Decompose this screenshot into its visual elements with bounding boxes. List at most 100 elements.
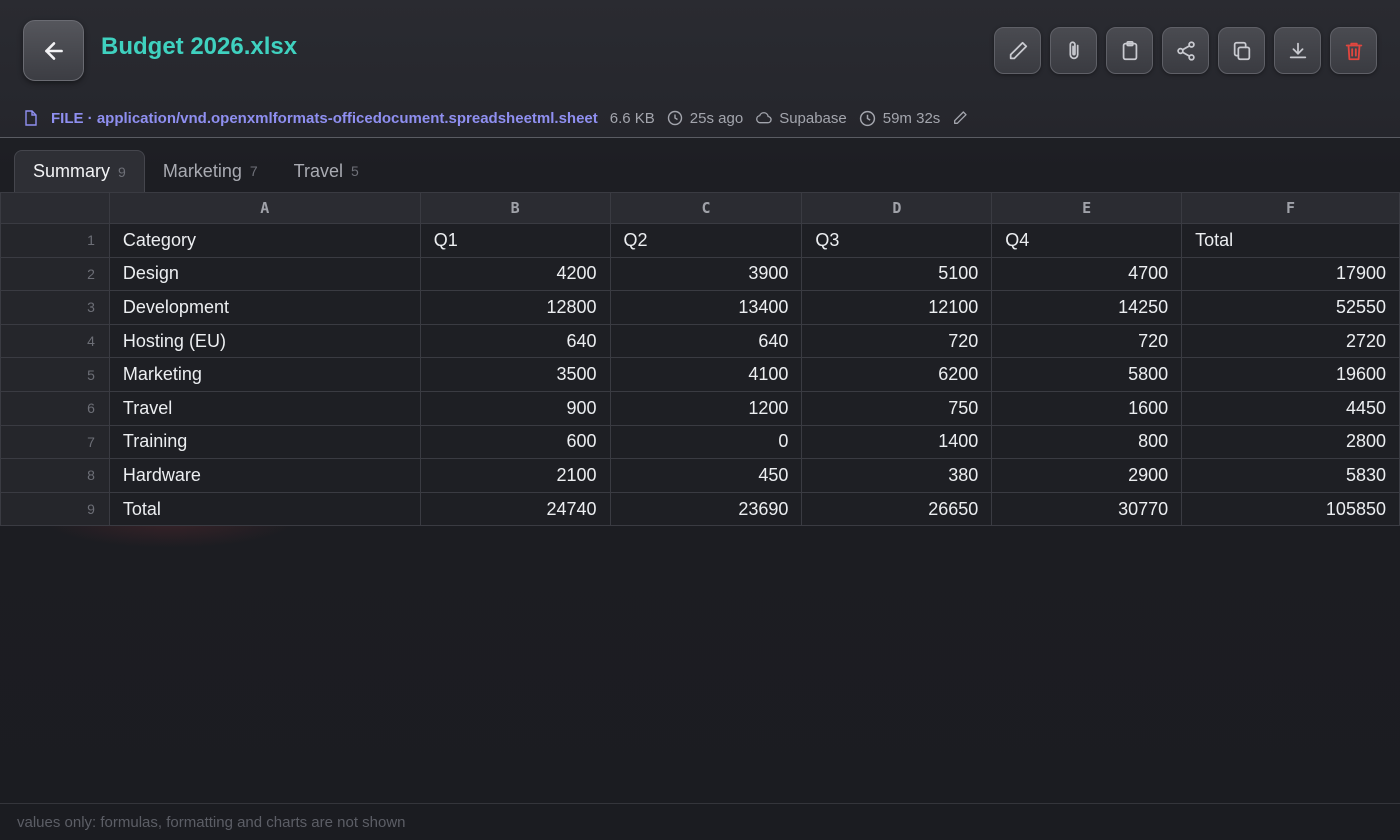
grid-cell[interactable]: Travel [108, 390, 421, 426]
grid-cell[interactable]: Hardware [108, 458, 421, 493]
grid-cell[interactable]: 1600 [991, 390, 1183, 426]
grid-cell[interactable]: 3500 [419, 357, 611, 392]
grid-cell[interactable]: 30770 [991, 491, 1183, 527]
grid-cell[interactable]: 13400 [609, 290, 803, 325]
table-row: 5 Marketing 3500 4100 6200 5800 19600 [0, 357, 1400, 392]
grid-cell[interactable]: 14250 [991, 290, 1183, 325]
row-number[interactable]: 4 [0, 323, 110, 359]
grid-cell[interactable]: 4100 [609, 357, 803, 392]
grid-cell[interactable]: 4700 [991, 256, 1183, 292]
grid-cell[interactable]: Q2 [609, 223, 803, 258]
grid-cell[interactable]: Q4 [991, 223, 1183, 258]
grid-cell[interactable]: Total [108, 491, 421, 527]
grid-cell[interactable]: 26650 [801, 491, 993, 527]
grid-cell[interactable]: Q1 [419, 223, 611, 258]
grid-cell[interactable]: 2100 [419, 458, 611, 493]
footer-note: values only: formulas, formatting and ch… [0, 803, 1400, 840]
row-number[interactable]: 1 [0, 223, 110, 258]
row-number[interactable]: 7 [0, 424, 110, 460]
column-header[interactable]: B [419, 192, 611, 224]
grid-cell[interactable]: Hosting (EU) [108, 323, 421, 359]
grid-cell[interactable]: 750 [801, 390, 993, 426]
grid-cell[interactable]: 2720 [1181, 323, 1400, 359]
grid-cell[interactable]: Marketing [108, 357, 421, 392]
clock-icon [667, 110, 682, 126]
grid-cell[interactable]: 720 [801, 323, 993, 359]
grid-cell[interactable]: 12800 [419, 290, 611, 325]
row-number[interactable]: 9 [0, 491, 110, 527]
grid-cell[interactable]: 6200 [801, 357, 993, 392]
copy-button[interactable] [1218, 27, 1265, 74]
column-header[interactable]: E [991, 192, 1183, 224]
grid-cell[interactable]: Design [108, 256, 421, 292]
clock-icon [859, 110, 875, 126]
grid-cell[interactable]: 105850 [1181, 491, 1400, 527]
grid-cell[interactable]: Category [108, 223, 421, 258]
file-size: 6.6 KB [609, 109, 655, 127]
grid-cell[interactable]: 5100 [801, 256, 993, 292]
grid-cell[interactable]: 52550 [1181, 290, 1400, 325]
clipboard-button[interactable] [1106, 27, 1153, 74]
grid-cell[interactable]: 640 [609, 323, 803, 359]
grid-cell[interactable]: 2900 [991, 458, 1183, 493]
row-number[interactable]: 5 [0, 357, 110, 392]
table-row: 1 Category Q1 Q2 Q3 Q4 Total [0, 223, 1400, 258]
back-button[interactable] [23, 20, 84, 81]
modified-time: 25s ago [689, 109, 744, 127]
grid-cell[interactable]: 4200 [419, 256, 611, 292]
grid-cell[interactable]: 640 [419, 323, 611, 359]
row-number[interactable]: 3 [0, 290, 110, 325]
spreadsheet-grid: A B C D E F 1 Category Q1 Q2 Q3 Q4 Total 2 Desig… [0, 192, 1400, 527]
grid-cell[interactable]: 900 [419, 390, 611, 426]
grid-cell[interactable]: 4450 [1181, 390, 1400, 426]
column-header[interactable]: F [1181, 192, 1400, 224]
pencil-icon[interactable] [952, 110, 968, 126]
grid-cell[interactable]: 12100 [801, 290, 993, 325]
share-button[interactable] [1162, 27, 1209, 74]
tab-summary[interactable]: Summary 9 [14, 150, 145, 192]
grid-cell[interactable]: 19600 [1181, 357, 1400, 392]
row-number[interactable]: 2 [0, 256, 110, 292]
attach-button[interactable] [1050, 27, 1097, 74]
column-header[interactable]: C [609, 192, 803, 224]
column-header[interactable]: D [801, 192, 993, 224]
file-header: Budget 2026.xlsx FILE · application/vnd.… [0, 0, 1400, 138]
grid-cell[interactable]: 720 [991, 323, 1183, 359]
delete-button[interactable] [1330, 27, 1377, 74]
duration-value: 59m 32s [882, 109, 941, 127]
edit-button[interactable] [994, 27, 1041, 74]
grid-cell[interactable]: 600 [419, 424, 611, 460]
tab-marketing[interactable]: Marketing 7 [145, 150, 276, 192]
tab-travel[interactable]: Travel 5 [276, 150, 377, 192]
grid-cell[interactable]: 800 [991, 424, 1183, 460]
file-viewer: Budget 2026.xlsx FILE · application/vnd.… [0, 0, 1400, 840]
grid-cell[interactable]: 450 [609, 458, 803, 493]
column-header[interactable]: A [108, 192, 421, 224]
grid-cell[interactable]: Q3 [801, 223, 993, 258]
corner-cell[interactable] [0, 192, 110, 224]
grid-cell[interactable]: 23690 [609, 491, 803, 527]
file-type-label: FILE · application/vnd.openxmlformats-of… [51, 109, 598, 127]
table-row: 6 Travel 900 1200 750 1600 4450 [0, 390, 1400, 426]
download-button[interactable] [1274, 27, 1321, 74]
grid-cell[interactable]: 1200 [609, 390, 803, 426]
grid-cell[interactable]: 17900 [1181, 256, 1400, 292]
row-number[interactable]: 6 [0, 390, 110, 426]
row-number[interactable]: 8 [0, 458, 110, 493]
grid-cell[interactable]: 5830 [1181, 458, 1400, 493]
share-icon [1176, 40, 1195, 61]
grid-cell[interactable]: Total [1181, 223, 1400, 258]
download-icon [1289, 42, 1306, 58]
grid-cell[interactable]: 380 [801, 458, 993, 493]
grid-cell[interactable]: 2800 [1181, 424, 1400, 460]
grid-cell[interactable]: Development [108, 290, 421, 325]
column-header-row: A B C D E F [0, 192, 1400, 224]
grid-cell[interactable]: 3900 [609, 256, 803, 292]
grid-cell[interactable]: Training [108, 424, 421, 460]
grid-cell[interactable]: 0 [609, 424, 803, 460]
grid-cell[interactable]: 24740 [419, 491, 611, 527]
grid-cell[interactable]: 5800 [991, 357, 1183, 392]
grid-cell[interactable]: 1400 [801, 424, 993, 460]
duration-info: 59m 32s [859, 109, 941, 127]
table-row: 7 Training 600 0 1400 800 2800 [0, 424, 1400, 460]
